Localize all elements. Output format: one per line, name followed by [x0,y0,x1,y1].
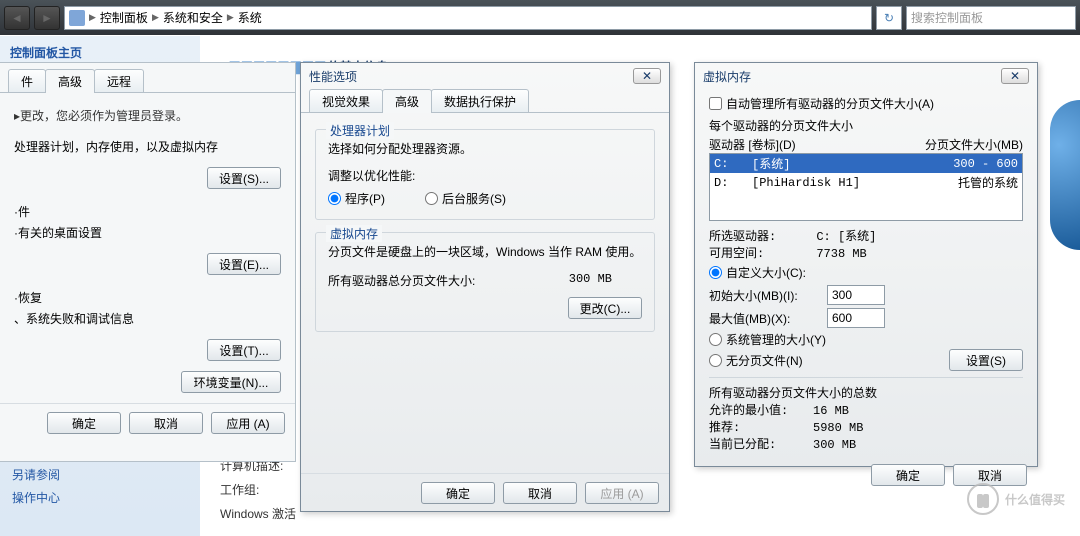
hdr-drive: 驱动器 [卷标](D) [709,136,796,153]
tab-dep[interactable]: 数据执行保护 [431,89,529,113]
perf-ok-button[interactable]: 确定 [421,482,495,504]
tab-perf-advanced[interactable]: 高级 [382,89,432,113]
tab-advanced[interactable]: 高级 [45,69,95,93]
crumb-0[interactable]: 控制面板 [100,9,148,26]
radio-no-pf[interactable]: 无分页文件(N) [709,352,803,369]
windows-orb-art [1050,100,1080,250]
radio-custom[interactable]: 自定义大小(C): [709,264,806,281]
min-value: 16 MB [813,404,849,418]
vm-legend: 虚拟内存 [326,225,382,242]
free-value: 7738 MB [816,247,866,261]
vm-total-value: 300 MB [569,272,612,289]
admin-note: ▸更改，您必须作为管理员登录。 [14,107,281,124]
max-size-input[interactable] [827,308,885,328]
auto-manage-checkbox[interactable]: 自动管理所有驱动器的分页文件大小(A) [709,95,934,112]
workgroup-label: 工作组: [220,478,296,502]
see-also-item[interactable]: 操作中心 [12,489,60,506]
vm-total-label: 所有驱动器总分页文件大小: [328,272,475,289]
tab-visual[interactable]: 视觉效果 [309,89,383,113]
vm-close-button[interactable]: ✕ [1001,68,1029,84]
virtual-memory-window: 虚拟内存 ✕ 自动管理所有驱动器的分页文件大小(A) 每个驱动器的分页文件大小 … [694,62,1038,467]
vm-change-button[interactable]: 更改(C)... [568,297,642,319]
rec-value: 5980 MB [813,421,863,435]
sel-drive-label: 所选驱动器: [709,227,813,244]
vm-ok-button[interactable]: 确定 [871,464,945,486]
recovery-settings-button[interactable]: 设置(T)... [207,339,281,361]
radio-bgserv[interactable]: 后台服务(S) [425,190,506,207]
chevron-right-icon: ▶ [227,12,234,23]
perf-settings-button[interactable]: 设置(S)... [207,167,281,189]
search-placeholder: 搜索控制面板 [911,9,983,26]
breadcrumb[interactable]: ▶ 控制面板 ▶ 系统和安全 ▶ 系统 [64,6,872,30]
sel-drive-value: C: [系统] [816,230,876,244]
smzdm-logo-icon [967,483,999,515]
crumb-1[interactable]: 系统和安全 [163,9,223,26]
init-label: 初始大小(MB)(I): [709,287,819,304]
sysprops-cancel-button[interactable]: 取消 [129,412,203,434]
chevron-right-icon: ▶ [89,12,96,23]
sysprops-ok-button[interactable]: 确定 [47,412,121,434]
watermark: 什么值得买 [967,483,1065,515]
perf-options-window: 性能选项 ✕ 视觉效果 高级 数据执行保护 处理器计划 选择如何分配处理器资源。… [300,62,670,512]
tab-comp-name[interactable]: 件 [8,69,46,93]
radio-programs[interactable]: 程序(P) [328,190,385,207]
crumb-2[interactable]: 系统 [238,9,262,26]
see-also-title: 另请参阅 [12,466,60,483]
perf-close-button[interactable]: ✕ [633,68,661,84]
drive-list[interactable]: C:[系统]300 - 600D:[PhiHardisk H1]托管的系统 [709,153,1023,221]
recovery-title: ·恢复 [14,289,281,306]
sysprops-apply-button[interactable]: 应用 (A) [211,412,285,434]
totals-legend: 所有驱动器分页文件大小的总数 [709,384,1023,401]
refresh-button[interactable]: ↻ [876,6,902,30]
set-button[interactable]: 设置(S) [949,349,1023,371]
adjust-label: 调整以优化性能: [328,167,642,184]
per-drive-label: 每个驱动器的分页文件大小 [709,117,1023,134]
perf-cancel-button[interactable]: 取消 [503,482,577,504]
perf-apply-button[interactable]: 应用 (A) [585,482,659,504]
vm-title: 虚拟内存 [703,68,751,85]
env-vars-button[interactable]: 环境变量(N)... [181,371,281,393]
drive-row[interactable]: C:[系统]300 - 600 [710,154,1022,173]
rec-label: 推荐: [709,418,813,435]
min-label: 允许的最小值: [709,401,813,418]
control-panel-icon [69,10,85,26]
cur-label: 当前已分配: [709,435,813,452]
chevron-right-icon: ▶ [152,12,159,23]
nav-forward-button[interactable]: ► [34,6,60,30]
nav-back-button[interactable]: ◄ [4,6,30,30]
hdr-pf: 分页文件大小(MB) [925,136,1023,153]
profiles-desc: ·有关的桌面设置 [14,224,281,241]
recovery-desc: 、系统失败和调试信息 [14,310,281,327]
cur-value: 300 MB [813,438,856,452]
perf-title: 性能选项 [309,68,357,85]
free-label: 可用空间: [709,244,813,261]
radio-sys-managed[interactable]: 系统管理的大小(Y) [709,331,826,348]
explorer-navbar: ◄ ► ▶ 控制面板 ▶ 系统和安全 ▶ 系统 ↻ 搜索控制面板 [0,0,1080,35]
profiles-title: ·件 [14,203,281,220]
system-properties-window: 件 高级 远程 ▸更改，您必须作为管理员登录。 处理器计划，内存使用，以及虚拟内… [0,62,296,462]
perf-desc: 处理器计划，内存使用，以及虚拟内存 [14,138,281,155]
activation-label: Windows 激活 [220,502,296,526]
watermark-text: 什么值得买 [1005,491,1065,508]
init-size-input[interactable] [827,285,885,305]
drive-row[interactable]: D:[PhiHardisk H1]托管的系统 [710,173,1022,192]
vm-desc: 分页文件是硬盘上的一块区域，Windows 当作 RAM 使用。 [328,243,642,260]
sched-desc: 选择如何分配处理器资源。 [328,140,642,157]
tab-remote[interactable]: 远程 [94,69,144,93]
sched-legend: 处理器计划 [326,122,394,139]
profiles-settings-button[interactable]: 设置(E)... [207,253,281,275]
max-label: 最大值(MB)(X): [709,310,819,327]
search-input[interactable]: 搜索控制面板 [906,6,1076,30]
